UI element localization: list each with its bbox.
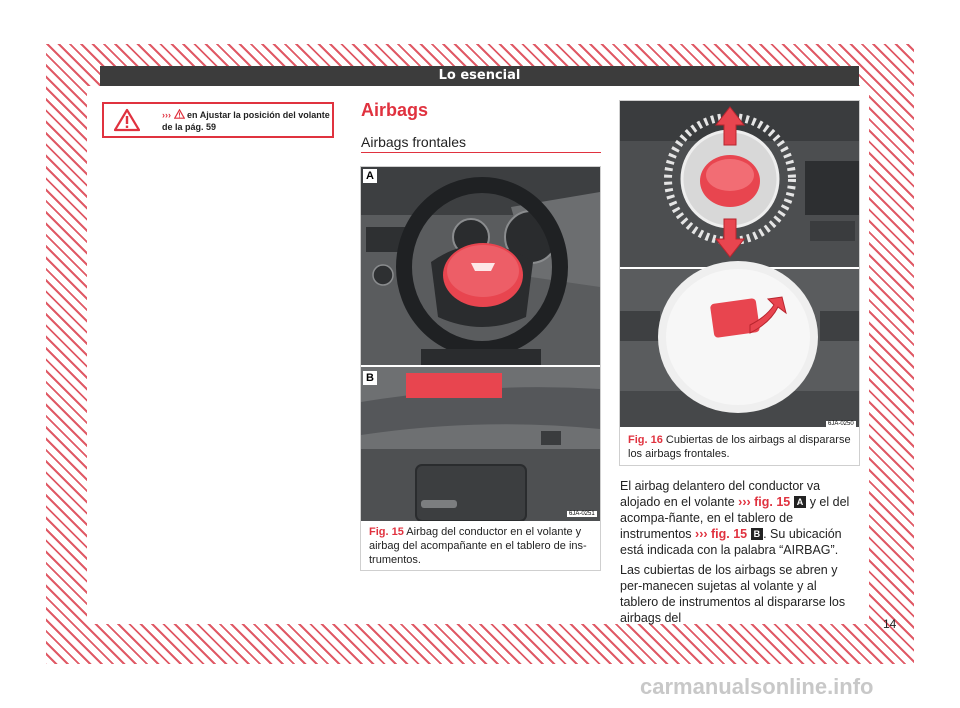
- margin-top: [0, 0, 960, 44]
- fig15-ref-link-1[interactable]: ››› fig. 15: [738, 495, 790, 509]
- figure-15-image: [361, 167, 600, 521]
- reference-arrows: ›››: [162, 110, 171, 120]
- figure-16: 6JA-0250 Fig. 16 Cubiertas de los airbag…: [619, 100, 860, 466]
- figure-15-number: Fig. 15: [369, 526, 404, 538]
- fig15-ref-link-2[interactable]: ››› fig. 15: [695, 527, 747, 541]
- figure-15: A B 6JA-0251 Fig. 15 Airbag del conducto…: [360, 166, 601, 571]
- figure-16-caption: Fig. 16 Cubiertas de los airbags al disp…: [628, 433, 854, 461]
- panel-a-label: A: [363, 169, 377, 183]
- margin-right: [914, 0, 960, 708]
- page-number: 14: [883, 617, 897, 631]
- letter-a-badge: A: [793, 496, 807, 508]
- figure-15-caption: Fig. 15 Airbag del conductor en el volan…: [369, 525, 595, 567]
- warning-link-text[interactable]: en Ajustar la posición del volante de la…: [162, 110, 330, 132]
- small-warning-icon: [173, 108, 185, 119]
- panel-b-label: B: [363, 371, 377, 385]
- margin-left: [0, 0, 46, 708]
- watermark: carmanualsonline.info: [640, 674, 874, 699]
- warning-text: ››› en Ajustar la posición del volante d…: [162, 108, 330, 133]
- subtitle-rule: [361, 152, 601, 153]
- figure-16-number: Fig. 16: [628, 434, 663, 446]
- body-paragraph-1: El airbag delantero del conductor va alo…: [620, 478, 858, 558]
- letter-b-badge: B: [750, 528, 764, 540]
- section-header: Lo esencial: [100, 66, 859, 86]
- body-p1-text-a: El airbag delantero del conductor va alo…: [620, 479, 821, 509]
- figure-16-code: 6JA-0250: [826, 421, 856, 427]
- body-paragraph-2: Las cubiertas de los airbags se abren y …: [620, 563, 846, 625]
- section-subtitle: Airbags frontales: [361, 134, 467, 150]
- warning-triangle-icon: [114, 108, 140, 132]
- section-title: Airbags: [361, 100, 429, 120]
- figure-16-image: [620, 101, 859, 427]
- warning-box: ››› en Ajustar la posición del volante d…: [102, 102, 334, 138]
- figure-15-code: 6JA-0251: [567, 511, 597, 517]
